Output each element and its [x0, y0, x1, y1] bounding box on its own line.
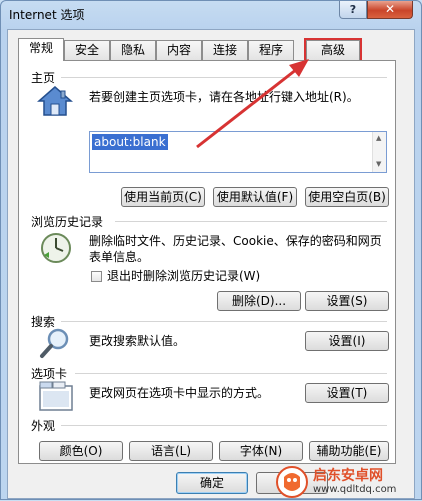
- use-default-button[interactable]: 使用默认值(F): [213, 187, 297, 207]
- tab-advanced[interactable]: 高级: [304, 38, 362, 62]
- history-description-line1: 删除临时文件、历史记录、Cookie、保存的密码和网页: [89, 234, 382, 248]
- watermark-url: www.qdltdq.com: [313, 484, 397, 495]
- search-divider: [61, 321, 387, 322]
- delete-on-exit-label: 退出时删除浏览历史记录(W): [107, 269, 261, 283]
- appearance-section-title: 外观: [31, 419, 56, 433]
- window-title: Internet 选项: [9, 8, 85, 22]
- history-divider: [115, 221, 387, 222]
- watermark-brand: 启东安卓网: [313, 468, 383, 484]
- tabs-divider: [75, 373, 387, 374]
- tab-connections[interactable]: 连接: [202, 40, 248, 60]
- url-scrollbar[interactable]: ▲ ▼: [372, 132, 386, 172]
- tab-general[interactable]: 常规: [18, 38, 64, 61]
- homepage-url-text: about:blank: [92, 134, 168, 150]
- history-settings-button[interactable]: 设置(S): [305, 291, 389, 311]
- use-blank-button[interactable]: 使用空白页(B): [305, 187, 389, 207]
- homepage-description: 若要创建主页选项卡，请在各地址行键入地址(R)。: [89, 90, 359, 104]
- fonts-button[interactable]: 字体(N): [219, 441, 303, 461]
- help-button[interactable]: ?: [339, 1, 367, 19]
- tab-programs[interactable]: 程序: [248, 40, 294, 60]
- tabs-settings-button[interactable]: 设置(T): [305, 383, 389, 403]
- watermark-logo-icon: [276, 466, 308, 498]
- search-settings-button[interactable]: 设置(I): [305, 331, 389, 351]
- tab-privacy[interactable]: 隐私: [110, 40, 156, 60]
- window-tabs-icon: [39, 381, 73, 414]
- homepage-divider: [61, 77, 387, 78]
- tabs-section-title: 选项卡: [31, 367, 68, 381]
- homepage-section-title: 主页: [31, 71, 56, 85]
- homepage-url-input[interactable]: about:blank ▲ ▼: [89, 131, 387, 173]
- house-icon: [37, 85, 73, 120]
- title-bar[interactable]: Internet 选项 ? ✕: [1, 1, 421, 29]
- delete-history-button[interactable]: 删除(D)...: [217, 291, 301, 311]
- search-description: 更改搜索默认值。: [89, 334, 186, 348]
- scroll-down-icon: ▼: [376, 160, 382, 168]
- tabs-description: 更改网页在选项卡中显示的方式。: [89, 386, 270, 400]
- colors-button[interactable]: 颜色(O): [39, 441, 123, 461]
- site-watermark: 启东安卓网 www.qdltdq.com: [273, 463, 422, 501]
- history-section-title: 浏览历史记录: [31, 215, 104, 229]
- ok-button[interactable]: 确定: [176, 472, 248, 494]
- use-current-button[interactable]: 使用当前页(C): [121, 187, 205, 207]
- clock-icon: [39, 231, 73, 268]
- magnifier-icon: [39, 327, 71, 362]
- accessibility-button[interactable]: 辅助功能(E): [309, 441, 389, 461]
- general-tab-content: 主页 若要创建主页选项卡，请在各地址行键入地址(R)。 about:blank …: [18, 60, 396, 464]
- languages-button[interactable]: 语言(L): [129, 441, 213, 461]
- delete-on-exit-checkbox[interactable]: [91, 271, 102, 282]
- close-button[interactable]: ✕: [367, 1, 413, 19]
- dialog-panel: 常规 安全 隐私 内容 连接 程序 高级 主页 若要创建主页选项卡，请在各地址行…: [7, 29, 415, 499]
- appearance-divider: [61, 425, 387, 426]
- tab-security[interactable]: 安全: [64, 40, 110, 60]
- scroll-up-icon: ▲: [376, 134, 382, 142]
- tab-content[interactable]: 内容: [156, 40, 202, 60]
- history-description-line2: 表单信息。: [89, 250, 150, 264]
- internet-options-window: Internet 选项 ? ✕ 常规 安全 隐私 内容 连接 程序 高级 主页: [0, 0, 422, 500]
